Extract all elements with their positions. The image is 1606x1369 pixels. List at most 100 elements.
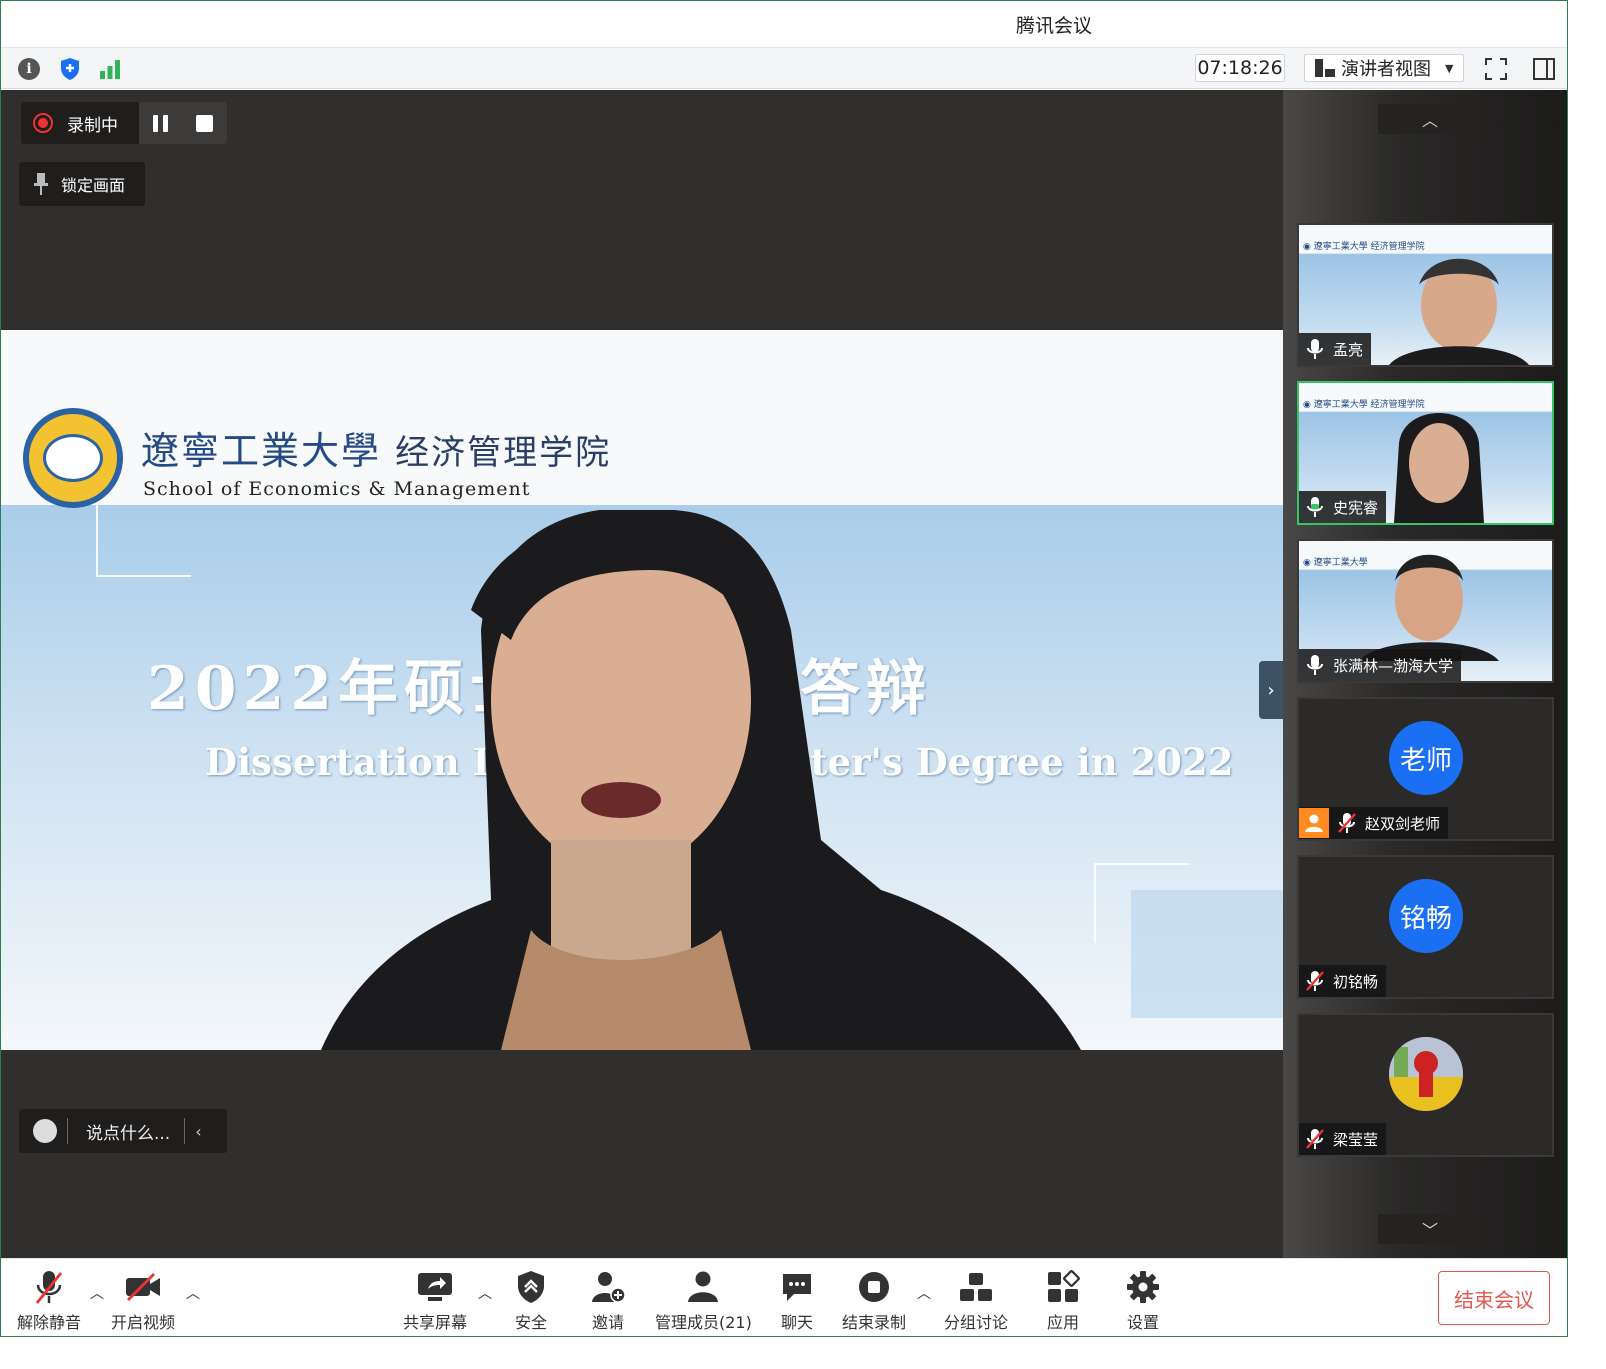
sidebar-toggle-icon[interactable] [1529,55,1559,83]
participant-video [1359,554,1499,661]
participant-name: 赵双剑老师 [1365,814,1441,833]
shared-content: 遼寧工業大學 经济管理学院 School of Economics & Mana… [1,330,1283,1050]
mic-on-icon [1307,655,1323,675]
title-bar: 腾讯会议 [1,1,1567,47]
gear-icon [1127,1271,1159,1303]
end-meeting-button[interactable]: 结束会议 [1438,1271,1550,1325]
participant-tile[interactable]: ◉ 遼寧工業大學 经济管理学院 孟亮 [1297,223,1554,367]
start-video-button[interactable]: 开启视频 [111,1267,175,1333]
participant-name: 史宪睿 [1333,498,1379,517]
breakout-rooms-button[interactable]: 分组讨论 [944,1267,1008,1333]
breakout-icon [960,1273,992,1301]
security-shield-icon[interactable] [56,55,84,83]
end-recording-button[interactable]: 结束录制 [842,1267,906,1333]
participant-name-tag: 初铭畅 [1299,965,1387,997]
pause-recording-icon[interactable] [153,114,168,132]
recording-indicator: 录制中 [21,102,227,144]
participant-name-tag: 史宪睿 [1299,491,1387,523]
pin-icon [34,173,48,195]
invite-button[interactable]: 邀请 [588,1267,628,1333]
share-screen-button[interactable]: 共享屏幕 [403,1267,467,1333]
record-options-chevron-icon[interactable]: ︿ [917,1283,931,1303]
mic-on-icon [1307,339,1323,359]
chat-bubble-icon [783,1274,811,1301]
participant-video [1394,413,1484,523]
chevron-down-icon: ▼ [1445,61,1454,75]
scroll-up-button[interactable]: ︿ [1378,104,1482,134]
lock-view-label: 锁定画面 [61,176,126,195]
view-layout-label: 演讲者视图 [1341,59,1431,80]
slide-decoration [1094,863,1189,943]
mic-speaking-icon [1307,497,1323,517]
recording-controls [139,102,227,144]
mic-muted-icon [1338,813,1356,833]
stop-recording-icon[interactable] [196,114,213,132]
avatar: 老师 [1389,721,1463,795]
layout-icon [1315,59,1335,77]
recording-label: 录制中 [67,115,118,136]
stop-record-icon [859,1272,889,1302]
shield-icon [518,1271,544,1303]
participant-tile[interactable]: ◉ 遼寧工業大學 张满林—渤海大学 [1297,539,1554,683]
manage-members-button[interactable]: 管理成员(21) [655,1267,752,1333]
participant-tile[interactable]: ◉ 遼寧工業大學 经济管理学院 史宪睿 [1297,381,1554,525]
video-options-chevron-icon[interactable]: ︿ [186,1283,200,1303]
record-dot-icon [33,113,53,133]
chat-input-bar[interactable]: 说点什么... ‹ [19,1109,227,1153]
mic-muted-icon [35,1271,63,1304]
participant-name-tag: 孟亮 [1299,333,1372,365]
participant-name-tag: 梁莹莹 [1299,1123,1387,1155]
lock-view-button[interactable]: 锁定画面 [19,162,145,206]
unmute-button[interactable]: 解除静音 [17,1267,81,1333]
slide-university-name: 遼寧工業大學 经济管理学院 [141,429,612,473]
participant-name: 初铭畅 [1333,972,1379,991]
settings-button[interactable]: 设置 [1123,1267,1163,1333]
info-icon[interactable]: i [15,55,43,83]
slide-mini-logo: ◉ 遼寧工業大學 [1303,558,1368,568]
chevron-down-icon: ﹀ [1421,1221,1438,1240]
participant-name-tag: 赵双剑老师 [1299,807,1449,839]
speaker-video [321,510,1081,1050]
scroll-down-button[interactable]: ﹀ [1378,1214,1482,1244]
chevron-up-icon: ︿ [1421,111,1438,130]
emoji-icon[interactable] [33,1119,57,1143]
bottom-control-bar: 解除静音 ︿ 开启视频 ︿ 共享屏幕 ︿ 安全 邀请 管理成员(21) 聊天 结… [1,1258,1567,1336]
participant-name: 张满林—渤海大学 [1333,656,1454,675]
window-title: 腾讯会议 [1015,15,1092,37]
apps-grid-icon [1048,1270,1080,1302]
camera-off-icon [126,1273,160,1301]
host-user-icon [1299,808,1329,838]
university-seal-logo [23,408,123,508]
meeting-timer: 07:18:26 [1195,54,1285,82]
apps-button[interactable]: 应用 [1043,1267,1083,1333]
audio-options-chevron-icon[interactable]: ︿ [90,1283,104,1303]
slide-college-english: School of Economics & Management [143,478,531,500]
main-stage: 录制中 锁定画面 遼寧工業大學 经济管理学院 School of Economi… [1,90,1283,1258]
participant-rail: ︿ ◉ 遼寧工業大學 经济管理学院 孟亮 ◉ 遼寧工業大學 经济管理学院 史宪睿… [1283,90,1567,1258]
share-options-chevron-icon[interactable]: ︿ [478,1283,492,1303]
chevron-left-icon[interactable]: ‹ [195,1122,201,1141]
participant-video [1389,258,1529,365]
mic-muted-icon [1306,971,1324,991]
avatar: 铭畅 [1389,879,1463,953]
meeting-window: 腾讯会议 i 07:18:26 演讲者视图 ▼ 录制中 锁定画面 遼寧工業大學 … [0,0,1568,1337]
slide-decoration [96,505,191,577]
participant-name: 梁莹莹 [1333,1130,1379,1149]
chevron-right-icon: › [1267,679,1275,701]
fullscreen-icon[interactable] [1481,55,1511,83]
collapse-rail-handle[interactable]: › [1259,661,1283,719]
chat-button[interactable]: 聊天 [777,1267,817,1333]
share-screen-icon [418,1273,452,1301]
participant-name-tag: 张满林—渤海大学 [1299,649,1462,681]
top-toolbar: i 07:18:26 演讲者视图 ▼ [1,47,1567,89]
chat-placeholder: 说点什么... [86,1123,171,1144]
security-button[interactable]: 安全 [511,1267,551,1333]
participant-name: 孟亮 [1333,340,1364,359]
participant-tile[interactable]: 老师 赵双剑老师 [1297,697,1554,841]
participant-tile[interactable]: 梁莹莹 [1297,1013,1554,1157]
add-user-icon [592,1272,626,1303]
network-signal-icon[interactable] [96,55,124,83]
participant-tile[interactable]: 铭畅 初铭畅 [1297,855,1554,999]
avatar [1389,1037,1463,1111]
view-layout-select[interactable]: 演讲者视图 ▼ [1304,54,1464,82]
